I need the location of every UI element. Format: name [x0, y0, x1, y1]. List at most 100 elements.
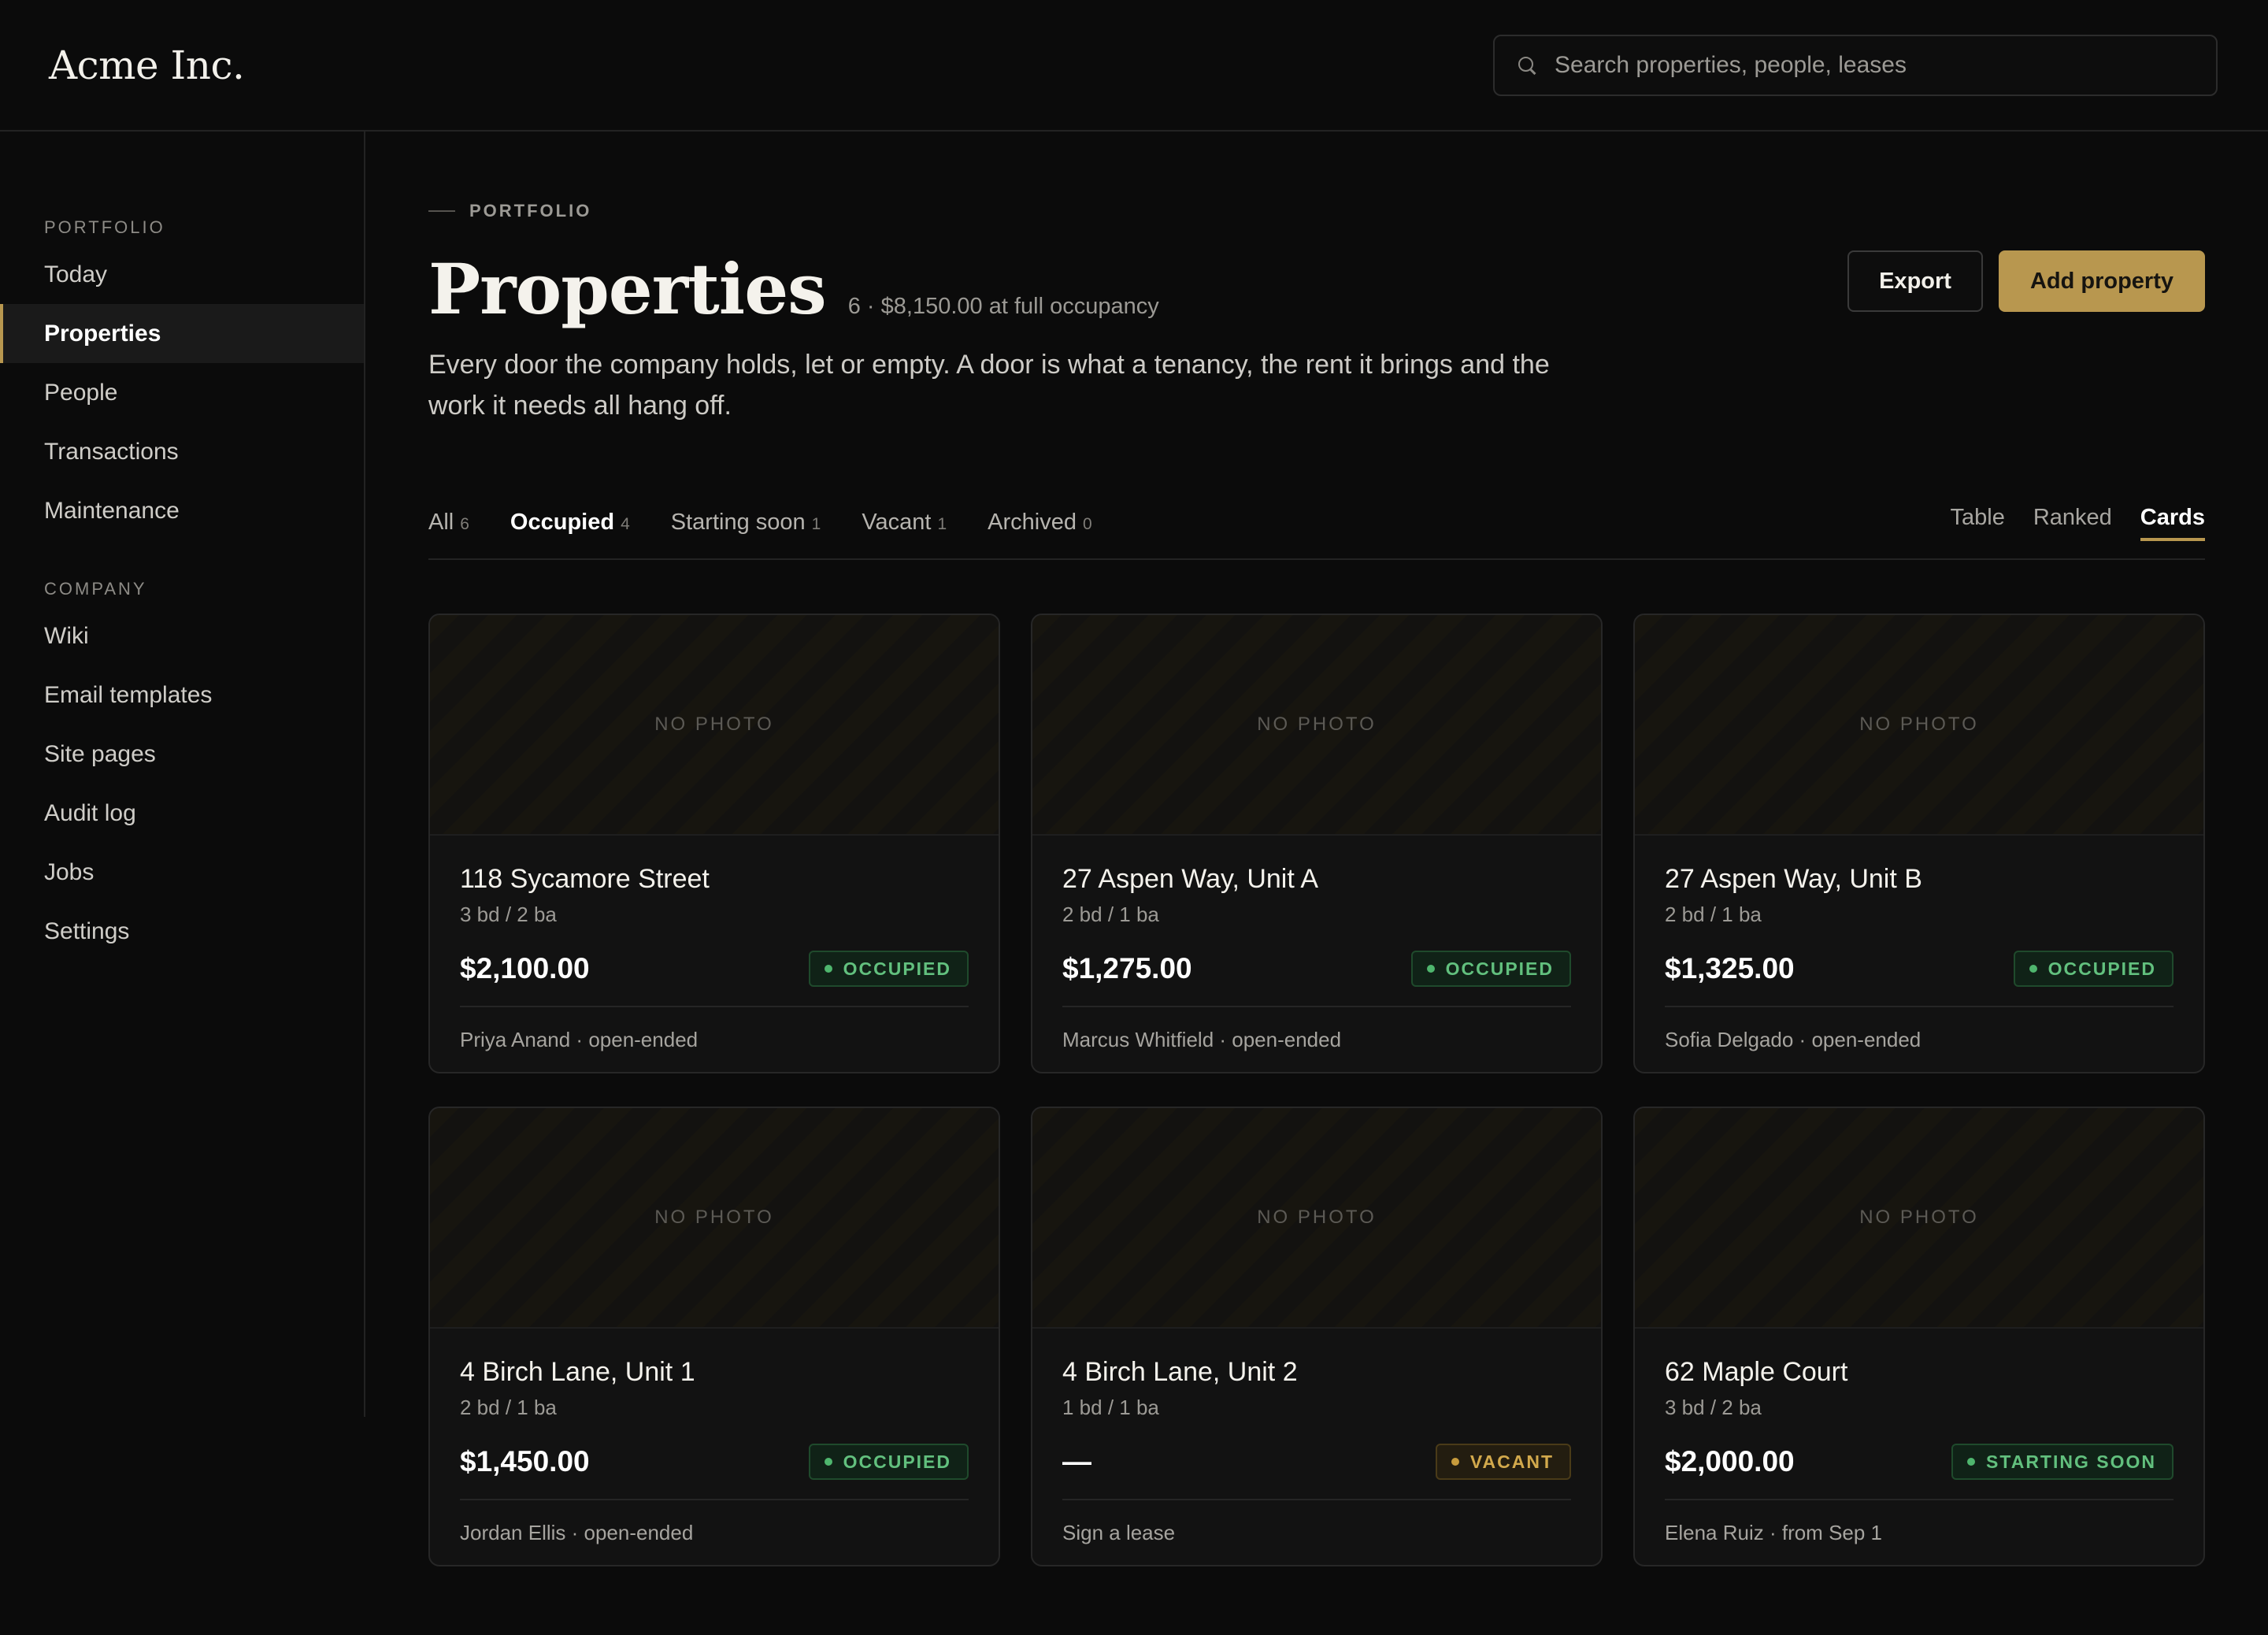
- property-card[interactable]: NO PHOTO 27 Aspen Way, Unit B 2 bd / 1 b…: [1633, 614, 2205, 1073]
- search-input[interactable]: [1555, 51, 2194, 79]
- property-name: 27 Aspen Way, Unit B: [1665, 864, 1922, 894]
- tab-vacant[interactable]: Vacant 1: [862, 510, 947, 554]
- tenant-info: Sofia Delgado · open-ended: [1665, 1028, 1922, 1051]
- view-ranked[interactable]: Ranked: [2033, 505, 2112, 549]
- sidebar-item-audit-log[interactable]: Audit log: [0, 784, 364, 843]
- card-body: 4 Birch Lane, Unit 2 1 bd / 1 ba — VACAN…: [1032, 1329, 1601, 1545]
- status-dot-icon: [2029, 965, 2037, 973]
- search-icon: [1517, 55, 1537, 76]
- page-eyebrow: PORTFOLIO: [428, 201, 591, 221]
- property-size: 1 bd / 1 ba: [1062, 1396, 1159, 1419]
- property-name: 118 Sycamore Street: [460, 864, 710, 894]
- photo-placeholder: NO PHOTO: [1635, 615, 2203, 836]
- status-label: OCCUPIED: [843, 1451, 951, 1472]
- property-name: 62 Maple Court: [1665, 1357, 1848, 1387]
- sidebar-item-wiki[interactable]: Wiki: [0, 606, 364, 665]
- status-badge: VACANT: [1435, 1444, 1571, 1480]
- status-dot-icon: [824, 965, 832, 973]
- tab-label: Occupied: [510, 510, 615, 535]
- status-dot-icon: [1451, 1458, 1459, 1466]
- eyebrow-rule: [428, 210, 455, 212]
- sidebar-item-today[interactable]: Today: [0, 245, 364, 304]
- filter-tabs: All 6 Occupied 4 Starting soon 1 Vacant 1 Ar…: [428, 510, 1092, 554]
- view-cards[interactable]: Cards: [2140, 505, 2206, 549]
- export-button[interactable]: Export: [1847, 250, 1983, 312]
- photo-placeholder: NO PHOTO: [430, 615, 999, 836]
- status-label: VACANT: [1469, 1451, 1554, 1472]
- view-switcher: Table Ranked Cards: [1951, 505, 2206, 549]
- tab-count: 0: [1083, 515, 1092, 533]
- tab-archived[interactable]: Archived 0: [988, 510, 1092, 554]
- add-property-button[interactable]: Add property: [1998, 250, 2205, 312]
- property-card[interactable]: NO PHOTO 118 Sycamore Street 3 bd / 2 ba…: [428, 614, 1000, 1073]
- sidebar-item-people[interactable]: People: [0, 363, 364, 422]
- price-row: $2,100.00 OCCUPIED: [460, 949, 969, 988]
- sidebar-item-email-templates[interactable]: Email templates: [0, 665, 364, 725]
- status-label: STARTING SOON: [1986, 1451, 2156, 1472]
- card-body: 4 Birch Lane, Unit 1 2 bd / 1 ba $1,450.…: [430, 1329, 999, 1545]
- view-table[interactable]: Table: [1951, 505, 2005, 549]
- sidebar-item-jobs[interactable]: Jobs: [0, 843, 364, 902]
- no-photo-label: NO PHOTO: [654, 714, 774, 735]
- status-dot-icon: [1967, 1458, 1976, 1466]
- property-card[interactable]: NO PHOTO 4 Birch Lane, Unit 1 2 bd / 1 b…: [428, 1107, 1000, 1566]
- tab-all[interactable]: All 6: [428, 510, 469, 554]
- tab-count: 1: [937, 515, 947, 533]
- photo-placeholder: NO PHOTO: [1032, 615, 1601, 836]
- no-photo-label: NO PHOTO: [1257, 1207, 1377, 1228]
- card-divider: [460, 1499, 969, 1500]
- card-body: 118 Sycamore Street 3 bd / 2 ba $2,100.0…: [430, 836, 999, 1052]
- tab-count: 1: [811, 515, 821, 533]
- property-rent: $2,100.00: [460, 952, 590, 984]
- price-row: — VACANT: [1062, 1442, 1571, 1481]
- sidebar-item-maintenance[interactable]: Maintenance: [0, 481, 364, 540]
- lease-prompt[interactable]: Sign a lease: [1062, 1521, 1571, 1545]
- property-grid: NO PHOTO 118 Sycamore Street 3 bd / 2 ba…: [428, 614, 2205, 1566]
- sidebar-item-properties[interactable]: Properties: [0, 304, 364, 363]
- status-badge: OCCUPIED: [1410, 951, 1571, 987]
- top-bar: Acme Inc.: [0, 0, 2268, 132]
- title-row: Properties 6 · $8,150.00 at full occupan…: [428, 248, 1159, 330]
- page-meta: 6 · $8,150.00 at full occupancy: [847, 294, 1159, 319]
- filter-bar: All 6 Occupied 4 Starting soon 1 Vacant 1 Ar…: [428, 505, 2206, 560]
- card-body: 62 Maple Court 3 bd / 2 ba $2,000.00 STA…: [1635, 1329, 2203, 1545]
- property-name: 27 Aspen Way, Unit A: [1062, 864, 1319, 894]
- property-name: 4 Birch Lane, Unit 2: [1062, 1357, 1298, 1387]
- sidebar-section-portfolio: PORTFOLIO: [44, 217, 165, 237]
- sidebar-item-settings[interactable]: Settings: [0, 902, 364, 961]
- property-size: 2 bd / 1 ba: [1665, 903, 1762, 926]
- page-title: Properties: [428, 248, 827, 330]
- no-photo-label: NO PHOTO: [654, 1207, 774, 1228]
- search-box[interactable]: [1493, 34, 2218, 96]
- property-size: 3 bd / 2 ba: [460, 903, 557, 926]
- no-photo-label: NO PHOTO: [1859, 1207, 1979, 1228]
- tab-label: All: [428, 510, 454, 535]
- tab-occupied[interactable]: Occupied 4: [510, 510, 630, 554]
- tab-label: Vacant: [862, 510, 932, 535]
- property-rent: $1,275.00: [1062, 952, 1192, 984]
- property-card[interactable]: NO PHOTO 4 Birch Lane, Unit 2 1 bd / 1 b…: [1031, 1107, 1603, 1566]
- property-card[interactable]: NO PHOTO 27 Aspen Way, Unit A 2 bd / 1 b…: [1031, 614, 1603, 1073]
- status-label: OCCUPIED: [1445, 958, 1554, 979]
- status-dot-icon: [1426, 965, 1435, 973]
- property-card[interactable]: NO PHOTO 62 Maple Court 3 bd / 2 ba $2,0…: [1633, 1107, 2205, 1566]
- card-divider: [1665, 1499, 2174, 1500]
- tab-label: Starting soon: [670, 510, 806, 535]
- tab-starting-soon[interactable]: Starting soon 1: [671, 510, 821, 554]
- eyebrow-label: PORTFOLIO: [469, 201, 592, 221]
- property-size: 2 bd / 1 ba: [460, 1396, 557, 1419]
- tab-count: 6: [460, 515, 469, 533]
- page-actions: Export Add property: [1847, 250, 2205, 312]
- sidebar-item-site-pages[interactable]: Site pages: [0, 725, 364, 784]
- status-dot-icon: [824, 1458, 832, 1466]
- property-rent: $1,450.00: [460, 1445, 590, 1477]
- card-divider: [1062, 1499, 1571, 1500]
- sidebar-section-company: COMPANY: [44, 579, 147, 599]
- property-size: 3 bd / 2 ba: [1665, 1396, 1762, 1419]
- sidebar-item-transactions[interactable]: Transactions: [0, 422, 364, 481]
- property-rent: $2,000.00: [1665, 1445, 1795, 1477]
- brand-logo[interactable]: Acme Inc.: [49, 43, 245, 88]
- page-description: Every door the company holds, let or emp…: [428, 350, 1550, 421]
- status-label: OCCUPIED: [2048, 958, 2156, 979]
- card-body: 27 Aspen Way, Unit B 2 bd / 1 ba $1,325.…: [1635, 836, 2203, 1052]
